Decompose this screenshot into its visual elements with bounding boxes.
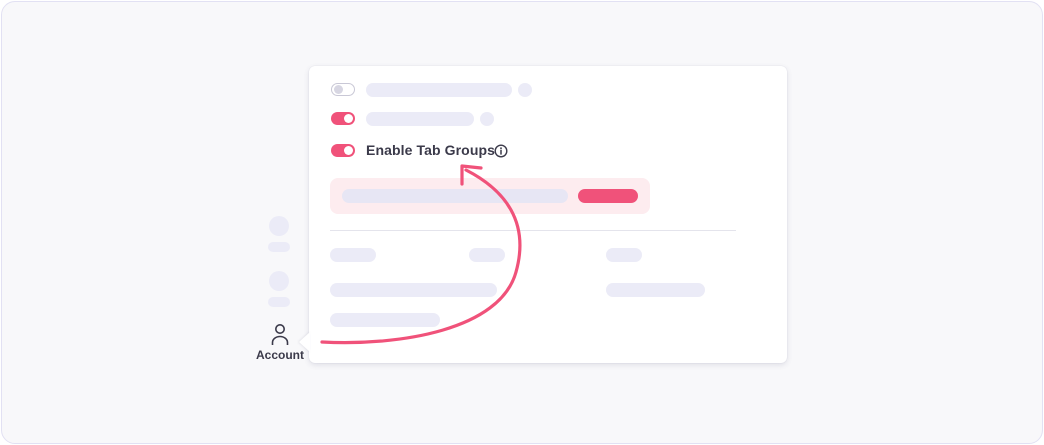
curved-arrow-icon [320, 164, 522, 345]
